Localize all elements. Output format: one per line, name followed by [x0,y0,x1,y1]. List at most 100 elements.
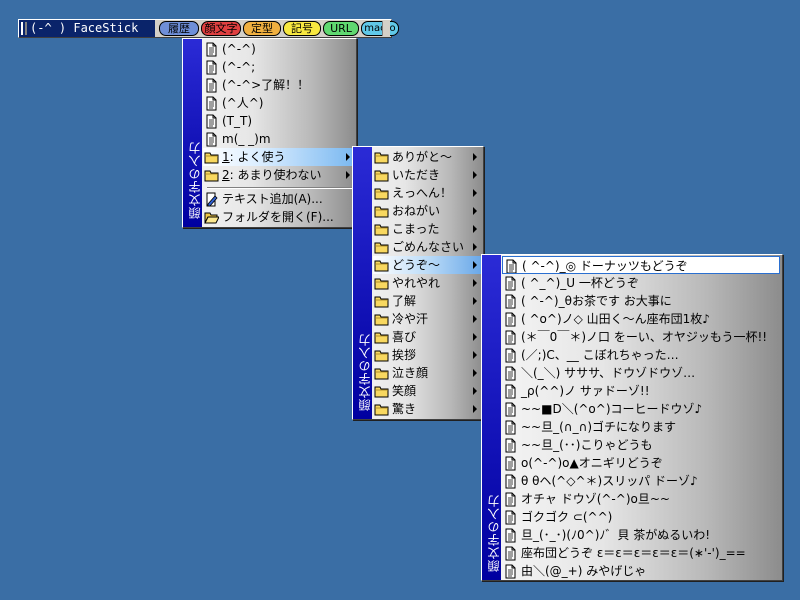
accelerator-key: 2 [222,168,230,182]
document-icon [503,456,518,471]
document-icon [503,330,518,345]
folder-item[interactable]: 1: よく使う [203,148,354,166]
folder-name: 挨拶 [392,348,417,362]
folder-name: こまった [392,222,440,236]
open-folder-action[interactable]: フォルダを開く(F)... [203,208,354,226]
kaomoji-item[interactable]: (＊￣0￣＊)ノ口 をーい、オヤジッもう一杯!! [502,328,780,346]
folder-item[interactable]: どうぞ〜 [373,256,481,274]
document-icon [503,402,518,417]
folder-item[interactable]: ごめんなさい [373,238,481,256]
folder-name: 冷や汗 [392,312,429,326]
action-label: テキスト追加(A)... [222,192,323,206]
kaomoji-item[interactable]: (／;)C、__ こぼれちゃった… [502,346,780,364]
folder-item[interactable]: 2: あまり使わない [203,166,354,184]
folder-name: : あまり使わない [229,168,322,182]
kaomoji-item[interactable]: (T_T) [203,112,354,130]
kaomoji-button[interactable]: 顔文字 [201,21,241,36]
toolbar-end-handle[interactable] [382,21,390,36]
kaomoji-item[interactable]: ( ^-^)_◎ ドーナッツもどうぞ [502,256,780,274]
kaomoji-item[interactable]: ~~旦_(･･)こりゃどうも [502,436,780,454]
submenu-arrow-icon [473,153,477,161]
kaomoji-item[interactable]: (^-^) [203,40,354,58]
menu-item-label: m(_ _)m [222,132,271,146]
folder-name: やれやれ [392,276,441,290]
folder-icon [374,204,389,219]
kaomoji-item[interactable]: ( ^_^)_U 一杯どうぞ [502,274,780,292]
kaomoji-item[interactable]: θ θヘ(^◇^＊)スリッパ ドーゾ♪ [502,472,780,490]
macro-button[interactable]: macro [361,21,399,36]
add-text-action[interactable]: テキスト追加(A)... [203,190,354,208]
kaomoji-item[interactable]: ~~旦_(∩_∩)ゴチになります [502,418,780,436]
folder-item[interactable]: えっへん！ [373,184,481,202]
folder-name: 笑顔 [392,384,417,398]
menu-item-label: ( ^o^)ノ◇ 山田く〜ん座布団1枚♪ [521,312,710,326]
kaomoji-item[interactable]: オチャ ドウゾ(^-^)o旦~~ [502,490,780,508]
folder-item[interactable]: おねがい [373,202,481,220]
document-icon [204,60,219,75]
folder-item[interactable]: ありがと〜 [373,148,481,166]
document-icon [503,276,518,291]
kaomoji-item[interactable]: m(_ _)m [203,130,354,148]
folder-icon [374,330,389,345]
menu-item-label: o(^-^)o▲オニギリどうぞ [521,456,663,470]
frequent-submenu: 顔文字の入力 ありがと〜 いただき えっへん！ おねがい こまった ごめんなさい どうぞ〜や… [352,146,484,420]
open-folder-icon [204,210,220,225]
kaomoji-item[interactable]: 旦_(･_･)(ﾉ0^)ﾉ゛貝 茶がぬるいわ! [502,526,780,544]
kaomoji-item[interactable]: _ρ(^^)ノ サァドーゾ!! [502,382,780,400]
menu-item-label: ゴクゴク ⊂(^^) [521,510,613,524]
edit-document-icon [204,192,219,207]
folder-item[interactable]: 冷や汗 [373,310,481,328]
folder-item[interactable]: 泣き顔 [373,364,481,382]
folder-item[interactable]: 了解 [373,292,481,310]
folder-icon [374,186,389,201]
folder-item[interactable]: こまった [373,220,481,238]
kaomoji-item[interactable]: 座布団どうぞ ε＝ε＝ε＝ε＝ε＝(∗'-')_== [502,544,780,562]
submenu-arrow-icon [473,315,477,323]
menu-item-label: (T_T) [222,114,253,128]
menu-item-label: _ρ(^^)ノ サァドーゾ!! [521,384,650,398]
kaomoji-item[interactable]: ( ^o^)ノ◇ 山田く〜ん座布団1枚♪ [502,310,780,328]
document-icon [503,312,518,327]
url-button[interactable]: URL [323,21,359,36]
submenu-arrow-icon [346,171,350,179]
folder-icon [204,168,219,183]
submenu-arrow-icon [473,333,477,341]
menu-side-label: 顔文字の入力 [188,141,202,219]
kaomoji-item[interactable]: o(^-^)o▲オニギリどうぞ [502,454,780,472]
menu-item-label: ~~旦_(･･)こりゃどうも [521,438,653,452]
submenu-arrow-icon [473,351,477,359]
folder-icon [374,366,389,381]
kaomoji-item[interactable]: ＼(_＼) サササ、ドウゾドウゾ… [502,364,780,382]
history-button[interactable]: 履歴 [159,21,199,36]
kaomoji-item[interactable]: ( ^-^)_θお茶です お大事に [502,292,780,310]
kaomoji-item[interactable]: (^人^) [203,94,354,112]
kaomoji-item[interactable]: (^-^>了解！！ [203,76,354,94]
document-icon [503,348,518,363]
folder-item[interactable]: 喜び [373,328,481,346]
kaomoji-item[interactable]: ~~■D＼(^o^)コーヒードウゾ♪ [502,400,780,418]
kaomoji-item[interactable]: 由＼(@_+) みやげじゃ [502,562,780,580]
menu-item-label: (／;)C、__ こぼれちゃった… [521,348,679,362]
document-icon [204,132,219,147]
folder-icon [374,384,389,399]
symbol-button[interactable]: 記号 [283,21,321,36]
template-button[interactable]: 定型 [243,21,281,36]
submenu-arrow-icon [473,225,477,233]
folder-item[interactable]: いただき [373,166,481,184]
toolbar-title[interactable]: (-^ ) FaceStick [19,20,155,37]
submenu-arrow-icon [473,189,477,197]
folder-icon [374,222,389,237]
folder-item[interactable]: 驚き [373,400,481,418]
kaomoji-item[interactable]: (^-^; [203,58,354,76]
document-icon [204,78,219,93]
folder-item[interactable]: やれやれ [373,274,481,292]
folder-icon [374,312,389,327]
document-icon [503,294,518,309]
folder-item[interactable]: 挨拶 [373,346,481,364]
document-icon [204,96,219,111]
menu-item-label: ＼(_＼) サササ、ドウゾドウゾ… [521,366,696,380]
submenu-arrow-icon [473,405,477,413]
folder-item[interactable]: 笑顔 [373,382,481,400]
kaomoji-item[interactable]: ゴクゴク ⊂(^^) [502,508,780,526]
toolbar-grip[interactable] [21,22,27,35]
